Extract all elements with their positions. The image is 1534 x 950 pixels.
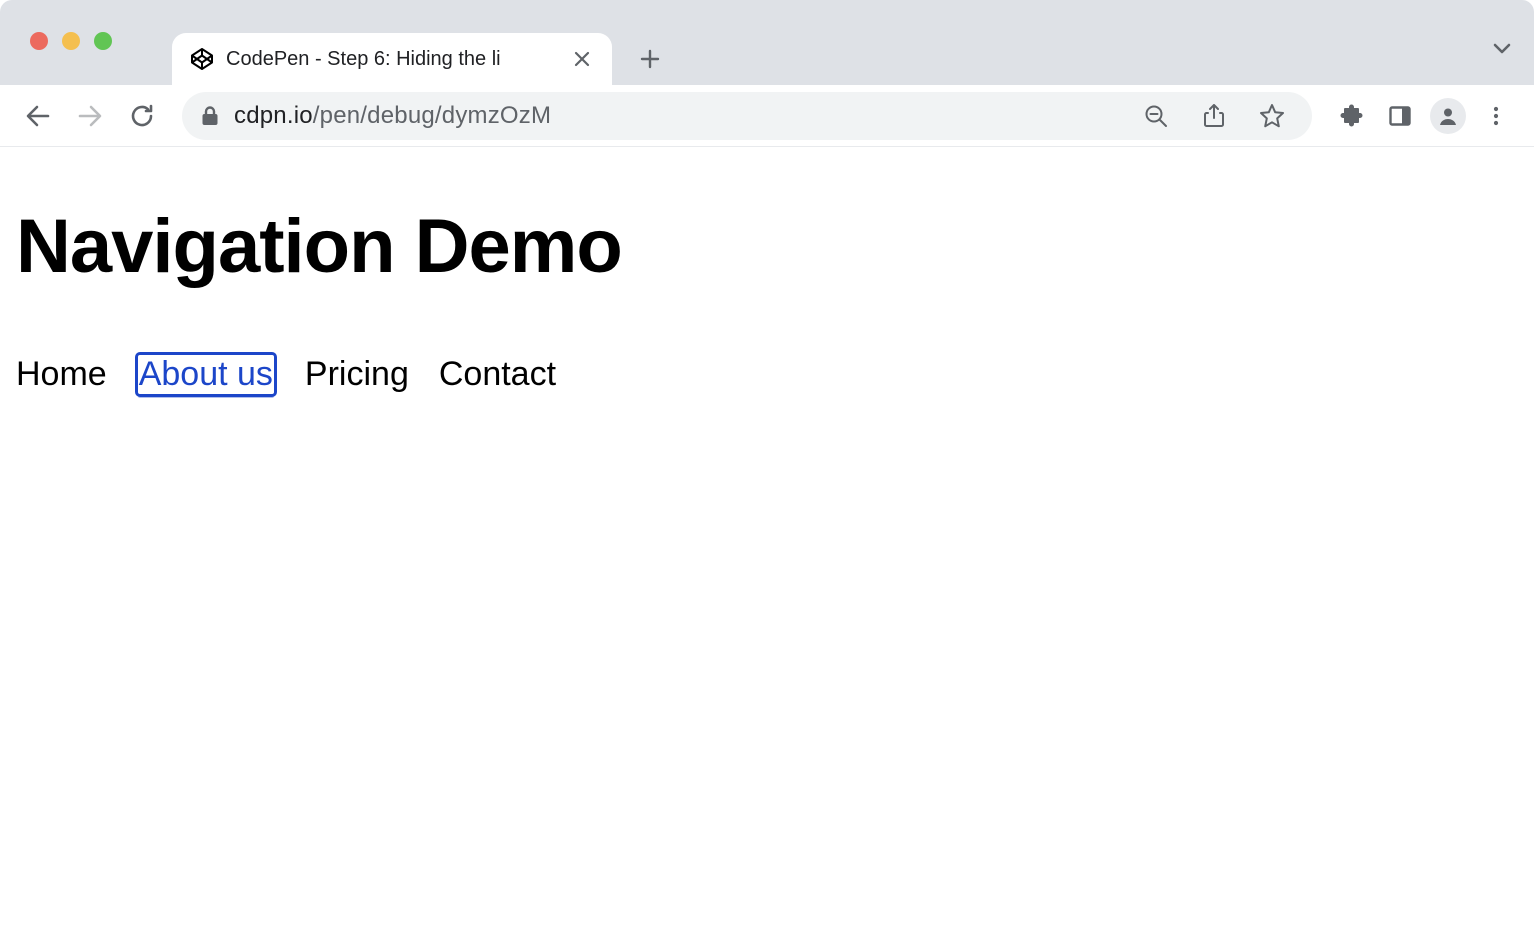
browser-tab[interactable]: CodePen - Step 6: Hiding the li bbox=[172, 33, 612, 85]
page-title: Navigation Demo bbox=[16, 203, 1518, 290]
back-button[interactable] bbox=[16, 94, 60, 138]
window-minimize-button[interactable] bbox=[62, 32, 80, 50]
main-nav: Home About us Pricing Contact bbox=[16, 354, 1518, 395]
share-button[interactable] bbox=[1192, 94, 1236, 138]
extensions-button[interactable] bbox=[1330, 94, 1374, 138]
codepen-icon bbox=[190, 47, 214, 71]
nav-link-about-us[interactable]: About us bbox=[137, 354, 275, 395]
browser-tab-strip: CodePen - Step 6: Hiding the li bbox=[0, 0, 1534, 85]
sidepanel-button[interactable] bbox=[1378, 94, 1422, 138]
url-path: /pen/debug/dymzOzM bbox=[313, 102, 551, 129]
nav-link-contact[interactable]: Contact bbox=[439, 354, 556, 395]
window-controls bbox=[30, 32, 112, 50]
forward-button[interactable] bbox=[68, 94, 112, 138]
nav-link-pricing[interactable]: Pricing bbox=[305, 354, 409, 395]
share-icon bbox=[1203, 104, 1225, 128]
window-zoom-button[interactable] bbox=[94, 32, 112, 50]
address-bar[interactable]: cdpn.io/pen/debug/dymzOzM bbox=[182, 92, 1312, 140]
window-close-button[interactable] bbox=[30, 32, 48, 50]
zoom-out-icon bbox=[1144, 104, 1168, 128]
profile-button[interactable] bbox=[1426, 94, 1470, 138]
close-tab-button[interactable] bbox=[570, 47, 594, 71]
url-domain: cdpn.io bbox=[234, 102, 313, 129]
kebab-icon bbox=[1485, 105, 1507, 127]
star-icon bbox=[1259, 103, 1285, 129]
close-icon bbox=[573, 50, 591, 68]
arrow-right-icon bbox=[76, 102, 104, 130]
bookmark-button[interactable] bbox=[1250, 94, 1294, 138]
plus-icon bbox=[639, 48, 661, 70]
nav-link-home[interactable]: Home bbox=[16, 354, 107, 395]
puzzle-icon bbox=[1340, 104, 1364, 128]
person-icon bbox=[1437, 105, 1459, 127]
browser-tab-title: CodePen - Step 6: Hiding the li bbox=[226, 48, 558, 71]
reload-button[interactable] bbox=[120, 94, 164, 138]
sidepanel-icon bbox=[1388, 104, 1412, 128]
avatar bbox=[1430, 98, 1466, 134]
zoom-out-button[interactable] bbox=[1134, 94, 1178, 138]
chevron-down-icon bbox=[1490, 36, 1514, 60]
menu-button[interactable] bbox=[1474, 94, 1518, 138]
url-text: cdpn.io/pen/debug/dymzOzM bbox=[234, 102, 551, 130]
lock-icon bbox=[200, 105, 220, 127]
arrow-left-icon bbox=[24, 102, 52, 130]
browser-toolbar: cdpn.io/pen/debug/dymzOzM bbox=[0, 85, 1534, 147]
page-content: Navigation Demo Home About us Pricing Co… bbox=[0, 147, 1534, 395]
new-tab-button[interactable] bbox=[630, 39, 670, 79]
toolbar-right bbox=[1330, 94, 1518, 138]
reload-icon bbox=[129, 103, 155, 129]
tabs-dropdown-button[interactable] bbox=[1490, 36, 1514, 60]
